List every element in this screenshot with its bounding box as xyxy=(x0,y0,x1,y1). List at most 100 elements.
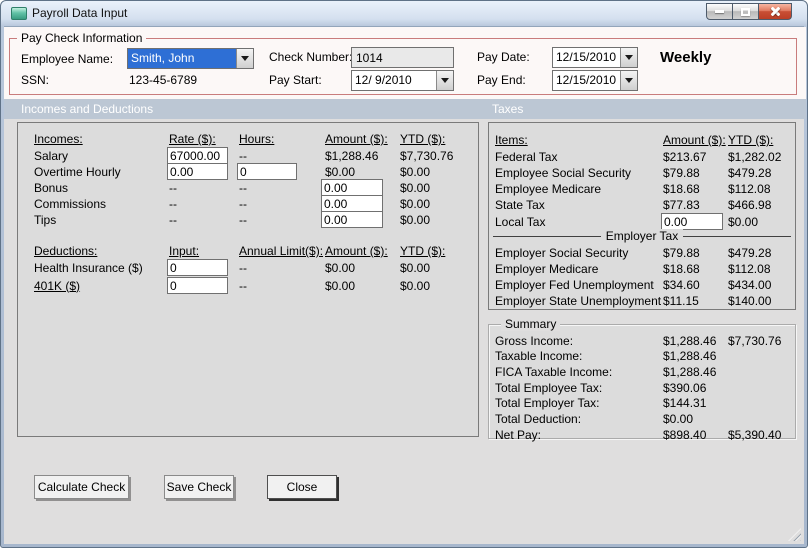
hours-value: -- xyxy=(239,212,247,227)
row-label: Employer State Unemployment xyxy=(495,294,662,308)
ssn-value: 123-45-6789 xyxy=(129,73,198,87)
ytd-value: $0.00 xyxy=(400,260,431,275)
salary-rate-input[interactable] xyxy=(167,147,228,164)
amount-value: $18.68 xyxy=(663,262,700,276)
pay-start-label: Pay Start: xyxy=(269,73,322,87)
summary-row-total-deduction: Total Deduction: $0.00 xyxy=(495,411,793,427)
tax-row-employer-state-unemployment: Employer State Unemployment $11.15 $140.… xyxy=(495,293,793,309)
save-check-button[interactable]: Save Check xyxy=(164,475,234,499)
rate-value: -- xyxy=(169,196,177,211)
chevron-down-icon xyxy=(441,78,449,83)
ytd-value: $7,730.76 xyxy=(728,334,782,348)
overtime-rate-input[interactable] xyxy=(167,163,228,180)
taxes-header-row: Items: Amount ($): YTD ($): xyxy=(495,132,793,148)
income-row-overtime: Overtime Hourly $0.00 $0.00 xyxy=(34,163,472,180)
row-label: Tips xyxy=(34,212,57,227)
amount-value: $77.83 xyxy=(663,198,700,212)
incomes-col-header: Incomes: xyxy=(34,132,83,146)
payroll-window: Payroll Data Input Pay Check Information… xyxy=(0,0,808,548)
tax-row-federal: Federal Tax $213.67 $1,282.02 xyxy=(495,149,793,165)
maximize-icon xyxy=(741,7,750,16)
annual-limit-col-header: Annual Limit($): xyxy=(239,244,324,258)
check-number-field[interactable] xyxy=(351,47,454,68)
income-row-salary: Salary -- $1,288.46 $7,730.76 xyxy=(34,147,472,164)
pay-date-datepicker[interactable]: 12/15/2010 xyxy=(552,47,638,68)
deductions-header-row: Deductions: Input: Annual Limit($): Amou… xyxy=(34,243,472,259)
resize-grip[interactable] xyxy=(788,528,801,541)
maximize-button[interactable] xyxy=(732,3,759,20)
local-tax-input[interactable] xyxy=(661,213,723,230)
deductions-col-header: Deductions: xyxy=(34,244,98,258)
ytd-value: $479.28 xyxy=(728,166,772,180)
401k-link[interactable]: 401K ($) xyxy=(34,278,169,294)
annual-limit-value: -- xyxy=(239,260,247,275)
tips-amount-input[interactable] xyxy=(321,211,383,228)
amount-col-header: Amount ($): xyxy=(325,244,388,258)
section-header-band: Incomes and Deductions Taxes xyxy=(4,99,806,119)
amount-value: $0.00 xyxy=(663,412,694,426)
employer-tax-group-label: Employer Tax xyxy=(489,229,795,243)
chevron-down-icon xyxy=(241,56,249,61)
ytd-value: $434.00 xyxy=(728,278,772,292)
window-title: Payroll Data Input xyxy=(32,6,128,20)
summary-row-total-employee-tax: Total Employee Tax: $390.06 xyxy=(495,380,793,396)
employee-name-combobox[interactable]: Smith, John xyxy=(127,48,254,69)
row-label: Employer Fed Unemployment xyxy=(495,278,654,292)
bonus-amount-input[interactable] xyxy=(321,179,383,196)
incomes-section-header: Incomes and Deductions xyxy=(21,102,154,116)
rate-value: -- xyxy=(169,180,177,195)
check-number-label: Check Number: xyxy=(269,50,353,64)
ytd-value: $0.00 xyxy=(400,196,431,211)
taxes-panel: Items: Amount ($): YTD ($): Federal Tax … xyxy=(488,122,796,310)
annual-limit-value: -- xyxy=(239,278,247,293)
summary-group-label: Summary xyxy=(501,317,561,331)
summary-row-gross-income: Gross Income: $1,288.46 $7,730.76 xyxy=(495,333,793,349)
commissions-amount-input[interactable] xyxy=(321,195,383,212)
overtime-hours-input[interactable] xyxy=(237,163,297,180)
pay-end-label: Pay End: xyxy=(477,73,526,87)
pay-end-value: 12/15/2010 xyxy=(556,73,617,87)
amount-col-header: Amount ($): xyxy=(663,133,726,147)
close-button[interactable]: Close xyxy=(267,475,337,499)
rate-col-header: Rate ($): xyxy=(169,132,216,146)
row-label: Employee Social Security xyxy=(495,166,632,180)
amount-value: $0.00 xyxy=(325,278,356,293)
amount-value: $79.88 xyxy=(663,246,700,260)
row-label: Overtime Hourly xyxy=(34,164,121,179)
pay-start-dropdown-button[interactable] xyxy=(436,71,453,90)
row-label: Gross Income: xyxy=(495,334,574,348)
hours-value: -- xyxy=(239,196,247,211)
pay-end-datepicker[interactable]: 12/15/2010 xyxy=(552,70,638,91)
ytd-value: $0.00 xyxy=(728,214,759,229)
row-label: Employee Medicare xyxy=(495,182,602,196)
amount-value: $144.31 xyxy=(663,396,707,410)
pay-end-dropdown-button[interactable] xyxy=(620,71,637,90)
paycheck-info-group-label: Pay Check Information xyxy=(17,31,147,45)
app-icon xyxy=(11,7,27,20)
row-label: State Tax xyxy=(495,198,545,212)
summary-row-net-pay: Net Pay: $898.40 $5,390.40 xyxy=(495,427,793,443)
401k-input[interactable] xyxy=(167,277,228,294)
ytd-value: $112.08 xyxy=(728,262,771,276)
health-insurance-input[interactable] xyxy=(167,259,228,276)
amount-col-header: Amount ($): xyxy=(325,132,388,146)
summary-groupbox: Gross Income: $1,288.46 $7,730.76 Taxabl… xyxy=(488,324,796,442)
items-col-header: Items: xyxy=(495,133,528,147)
row-label: Taxable Income: xyxy=(495,349,583,363)
minimize-button[interactable] xyxy=(706,3,733,20)
pay-date-dropdown-button[interactable] xyxy=(620,48,637,67)
summary-row-taxable-income: Taxable Income: $1,288.46 xyxy=(495,348,793,364)
employee-name-value: Smith, John xyxy=(128,49,236,68)
amount-value: $79.88 xyxy=(663,166,700,180)
pay-start-datepicker[interactable]: 12/ 9/2010 xyxy=(351,70,454,91)
close-window-button[interactable] xyxy=(758,3,792,20)
tax-row-employer-social-security: Employer Social Security $79.88 $479.28 xyxy=(495,245,793,261)
income-row-tips: Tips -- -- $0.00 xyxy=(34,211,472,228)
deduction-row-401k: 401K ($) -- $0.00 $0.00 xyxy=(34,277,472,294)
ytd-value: $112.08 xyxy=(728,182,771,196)
calculate-check-button[interactable]: Calculate Check xyxy=(34,475,129,499)
tax-row-local: Local Tax $0.00 xyxy=(495,213,793,230)
employee-name-dropdown-button[interactable] xyxy=(236,49,253,68)
incomes-header-row: Incomes: Rate ($): Hours: Amount ($): YT… xyxy=(34,131,472,147)
amount-value: $11.15 xyxy=(663,294,699,308)
